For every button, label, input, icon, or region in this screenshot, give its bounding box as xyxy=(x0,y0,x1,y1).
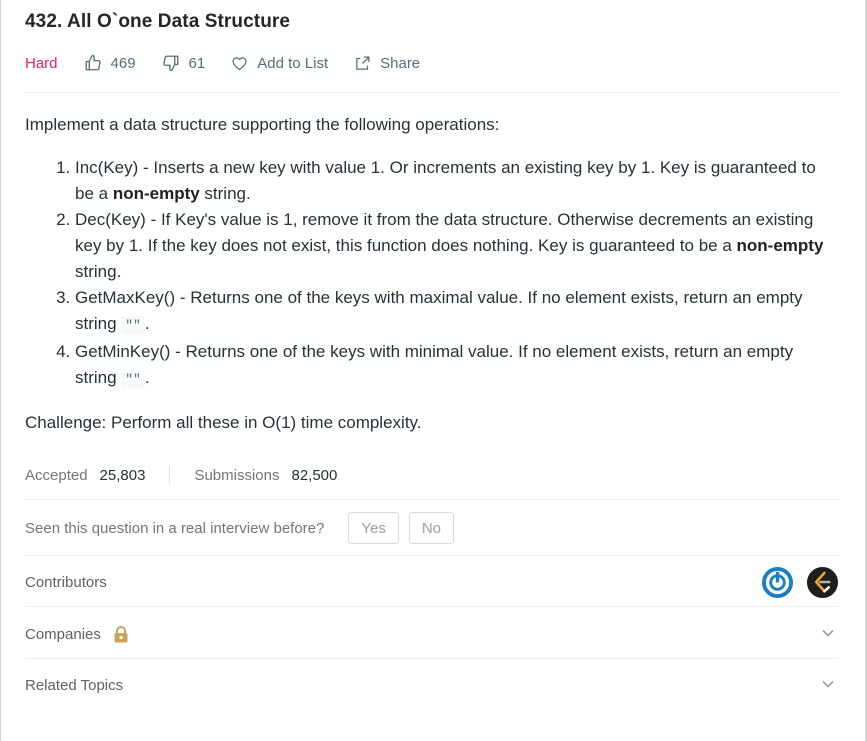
problem-title: 432. All O`one Data Structure xyxy=(25,11,291,32)
add-to-list-label: Add to List xyxy=(257,54,329,72)
problem-meta-bar: Hard 469 61 Add to List Share xyxy=(25,52,446,74)
operation-text: string. xyxy=(75,262,122,281)
divider xyxy=(25,499,839,500)
add-to-list-button[interactable]: Add to List xyxy=(231,55,328,72)
operation-text: GetMaxKey() - Returns one of the keys wi… xyxy=(75,288,803,333)
heart-icon xyxy=(232,56,247,70)
no-button[interactable]: No xyxy=(408,512,455,544)
operation-text: Dec(Key) - If Key's value is 1, remove i… xyxy=(75,210,814,255)
interview-question: Seen this question in a real interview b… xyxy=(25,519,325,537)
operation-item: GetMaxKey() - Returns one of the keys wi… xyxy=(75,285,839,339)
operation-text: . xyxy=(144,314,150,333)
left-border xyxy=(0,0,1,741)
dislike-button[interactable]: 61 xyxy=(162,54,206,72)
operation-item: Inc(Key) - Inserts a new key with value … xyxy=(75,155,839,207)
related-topics-label: Related Topics xyxy=(25,676,124,694)
companies-label: Companies xyxy=(25,625,101,643)
chevron-down-icon[interactable] xyxy=(821,628,835,638)
challenge-text: Challenge: Perform all these in O(1) tim… xyxy=(25,413,422,432)
accepted-label: Accepted xyxy=(25,466,88,484)
divider xyxy=(25,555,839,556)
like-count: 469 xyxy=(110,54,136,72)
contributor-avatars xyxy=(749,566,839,599)
share-button[interactable]: Share xyxy=(354,55,420,72)
share-icon xyxy=(356,55,370,70)
contributor-avatar[interactable] xyxy=(806,566,839,599)
chevron-down-icon[interactable] xyxy=(821,679,835,689)
operation-text: string. xyxy=(199,184,251,203)
accepted-value: 25,803 xyxy=(99,466,146,484)
stats-separator xyxy=(169,466,171,484)
related-topics-section[interactable]: Related Topics xyxy=(25,670,839,700)
like-button[interactable]: 469 xyxy=(84,54,136,72)
submissions-value: 82,500 xyxy=(291,466,338,484)
operation-text: . xyxy=(144,368,150,387)
submissions-label: Submissions xyxy=(194,466,280,484)
inline-code: "" xyxy=(121,370,145,389)
divider xyxy=(25,606,839,607)
dislike-count: 61 xyxy=(188,54,206,72)
difficulty-badge: Hard xyxy=(25,54,58,72)
submission-stats: Accepted 25,803 Submissions 82,500 xyxy=(25,464,337,486)
operation-emphasis: non-empty xyxy=(736,236,824,255)
operations-list: Inc(Key) - Inserts a new key with value … xyxy=(25,155,839,393)
inline-code: "" xyxy=(121,316,145,335)
description-intro: Implement a data structure supporting th… xyxy=(25,115,500,134)
companies-section[interactable]: Companies xyxy=(25,619,839,649)
contributors-label: Contributors xyxy=(25,573,107,591)
lock-icon xyxy=(114,625,128,642)
contributor-avatar[interactable] xyxy=(761,566,794,599)
divider xyxy=(25,658,839,659)
operation-item: Dec(Key) - If Key's value is 1, remove i… xyxy=(75,207,839,285)
operation-text: GetMinKey() - Returns one of the keys wi… xyxy=(75,342,794,387)
share-label: Share xyxy=(380,54,421,72)
operation-emphasis: non-empty xyxy=(112,184,200,203)
header-divider xyxy=(25,92,839,93)
thumbs-down-icon xyxy=(162,55,178,72)
contributors-section[interactable]: Contributors xyxy=(25,566,839,599)
yes-button[interactable]: Yes xyxy=(348,512,399,544)
problem-description: Implement a data structure supporting th… xyxy=(25,112,839,436)
operation-item: GetMinKey() - Returns one of the keys wi… xyxy=(75,339,839,393)
thumbs-up-icon xyxy=(85,54,101,71)
interview-survey: Seen this question in a real interview b… xyxy=(25,510,455,546)
